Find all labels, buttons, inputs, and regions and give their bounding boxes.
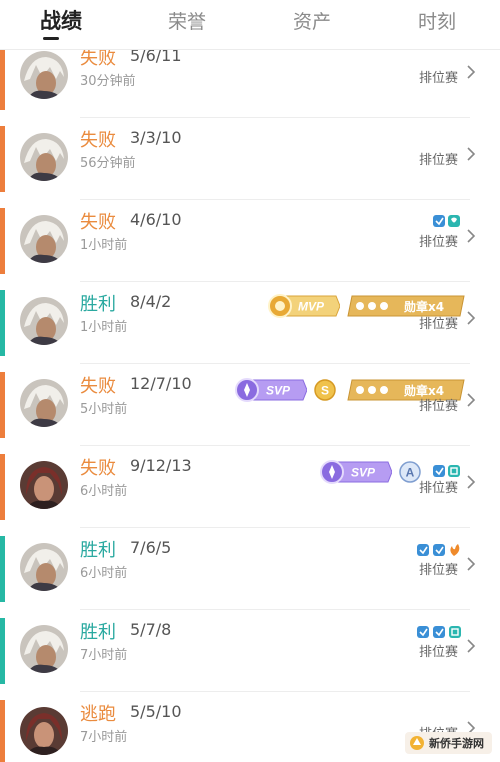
chevron-right-icon[interactable] xyxy=(464,62,478,82)
svp-badge: SVP xyxy=(235,378,307,402)
achievement-mini-icons xyxy=(417,626,461,638)
match-mode: 排位赛 xyxy=(418,563,458,578)
match-mode: 排位赛 xyxy=(418,399,458,414)
match-mode: 排位赛 xyxy=(418,317,458,332)
match-mode: 排位赛 xyxy=(418,645,458,660)
match-kda: 5/5/10 xyxy=(130,702,182,721)
match-time: 5小时前 xyxy=(80,402,128,417)
match-result: 胜利 xyxy=(80,540,116,561)
svg-text:A: A xyxy=(406,466,415,480)
match-time: 56分钟前 xyxy=(80,156,136,171)
match-row[interactable]: 失败 3/3/10 56分钟前 排位赛 xyxy=(0,118,500,200)
hero-avatar xyxy=(20,379,68,427)
hero-avatar xyxy=(20,133,68,181)
match-kda: 4/6/10 xyxy=(130,210,182,229)
hero-avatar xyxy=(20,543,68,591)
site-logo-icon xyxy=(410,736,424,750)
achievement-mini-icons xyxy=(417,544,460,556)
svp-label: SVP xyxy=(266,384,291,398)
medal-label: 勋章x4 xyxy=(403,299,444,314)
match-kda: 7/6/5 xyxy=(130,538,172,557)
match-result: 胜利 xyxy=(80,294,116,315)
a-grade-icon: A xyxy=(399,461,421,483)
chevron-right-icon[interactable] xyxy=(464,390,478,410)
match-kda: 5/6/11 xyxy=(130,50,182,65)
match-time: 30分钟前 xyxy=(80,74,136,89)
match-row[interactable]: 失败 4/6/10 1小时前 排位赛 xyxy=(0,200,500,282)
match-time: 6小时前 xyxy=(80,566,128,581)
achievement-mini-icons xyxy=(433,465,460,477)
match-kda: 9/12/13 xyxy=(130,456,192,475)
tab-honor[interactable]: 荣誉 xyxy=(168,7,206,34)
match-row[interactable]: 胜利 5/7/8 7小时前 排位赛 xyxy=(0,610,500,692)
match-kda: 8/4/2 xyxy=(130,292,172,311)
tab-record[interactable]: 战绩 xyxy=(40,5,82,35)
match-result: 失败 xyxy=(80,212,116,233)
match-mode: 排位赛 xyxy=(418,235,458,250)
match-time: 1小时前 xyxy=(80,238,128,253)
match-result: 胜利 xyxy=(80,622,116,643)
chevron-right-icon[interactable] xyxy=(464,472,478,492)
hero-avatar xyxy=(20,215,68,263)
chevron-right-icon[interactable] xyxy=(464,308,478,328)
result-bar xyxy=(0,290,5,356)
match-result: 失败 xyxy=(80,376,116,397)
match-mode: 排位赛 xyxy=(418,71,458,86)
match-time: 6小时前 xyxy=(80,484,128,499)
match-result: 失败 xyxy=(80,130,116,151)
hero-avatar xyxy=(20,51,68,99)
result-bar xyxy=(0,372,5,438)
active-tab-indicator xyxy=(43,37,59,40)
svp-badge: SVP xyxy=(320,460,392,484)
match-row[interactable]: 失败 5/6/11 30分钟前 排位赛 xyxy=(0,50,500,118)
match-kda: 3/3/10 xyxy=(130,128,182,147)
match-row[interactable]: 胜利 8/4/2 1小时前 MVP 勋章x4 排位赛 xyxy=(0,282,500,364)
tab-assets[interactable]: 资产 xyxy=(293,7,331,34)
chevron-right-icon[interactable] xyxy=(464,144,478,164)
hero-avatar xyxy=(20,297,68,345)
result-bar xyxy=(0,536,5,602)
match-result: 失败 xyxy=(80,458,116,479)
match-time: 1小时前 xyxy=(80,320,128,335)
result-bar xyxy=(0,50,5,110)
chevron-right-icon[interactable] xyxy=(464,226,478,246)
result-bar xyxy=(0,618,5,684)
result-bar xyxy=(0,454,5,520)
match-row[interactable]: 失败 9/12/13 6小时前 SVP A 排位赛 xyxy=(0,446,500,528)
s-grade-icon: S xyxy=(314,379,336,401)
match-mode: 排位赛 xyxy=(418,481,458,496)
hero-avatar xyxy=(20,625,68,673)
chevron-right-icon[interactable] xyxy=(464,636,478,656)
match-row[interactable]: 胜利 7/6/5 6小时前 排位赛 xyxy=(0,528,500,610)
match-time: 7小时前 xyxy=(80,730,128,745)
svp-label: SVP xyxy=(351,466,376,480)
match-kda: 12/7/10 xyxy=(130,374,192,393)
tab-bar: 战绩 荣誉 资产 时刻 xyxy=(0,0,500,50)
watermark-text: 新侨手游网 xyxy=(429,737,484,750)
mvp-label: MVP xyxy=(298,300,325,314)
match-result: 失败 xyxy=(80,50,116,69)
mvp-badge: MVP xyxy=(268,294,340,318)
result-bar xyxy=(0,126,5,192)
match-time: 7小时前 xyxy=(80,648,128,663)
match-kda: 5/7/8 xyxy=(130,620,172,639)
svg-text:S: S xyxy=(321,384,329,398)
match-list: 失败 5/6/11 30分钟前 排位赛 失败 3/3/10 56分钟前 排位赛 … xyxy=(0,50,500,762)
achievement-mini-icons xyxy=(433,215,460,227)
match-mode: 排位赛 xyxy=(418,153,458,168)
site-watermark: 新侨手游网 xyxy=(405,732,492,754)
chevron-right-icon[interactable] xyxy=(464,554,478,574)
result-bar xyxy=(0,208,5,274)
hero-avatar xyxy=(20,461,68,509)
hero-avatar xyxy=(20,707,68,755)
match-result: 逃跑 xyxy=(80,704,116,725)
result-bar xyxy=(0,700,5,762)
match-row[interactable]: 失败 12/7/10 5小时前 SVP S 勋章x4 排位赛 xyxy=(0,364,500,446)
tab-moments[interactable]: 时刻 xyxy=(418,7,456,34)
